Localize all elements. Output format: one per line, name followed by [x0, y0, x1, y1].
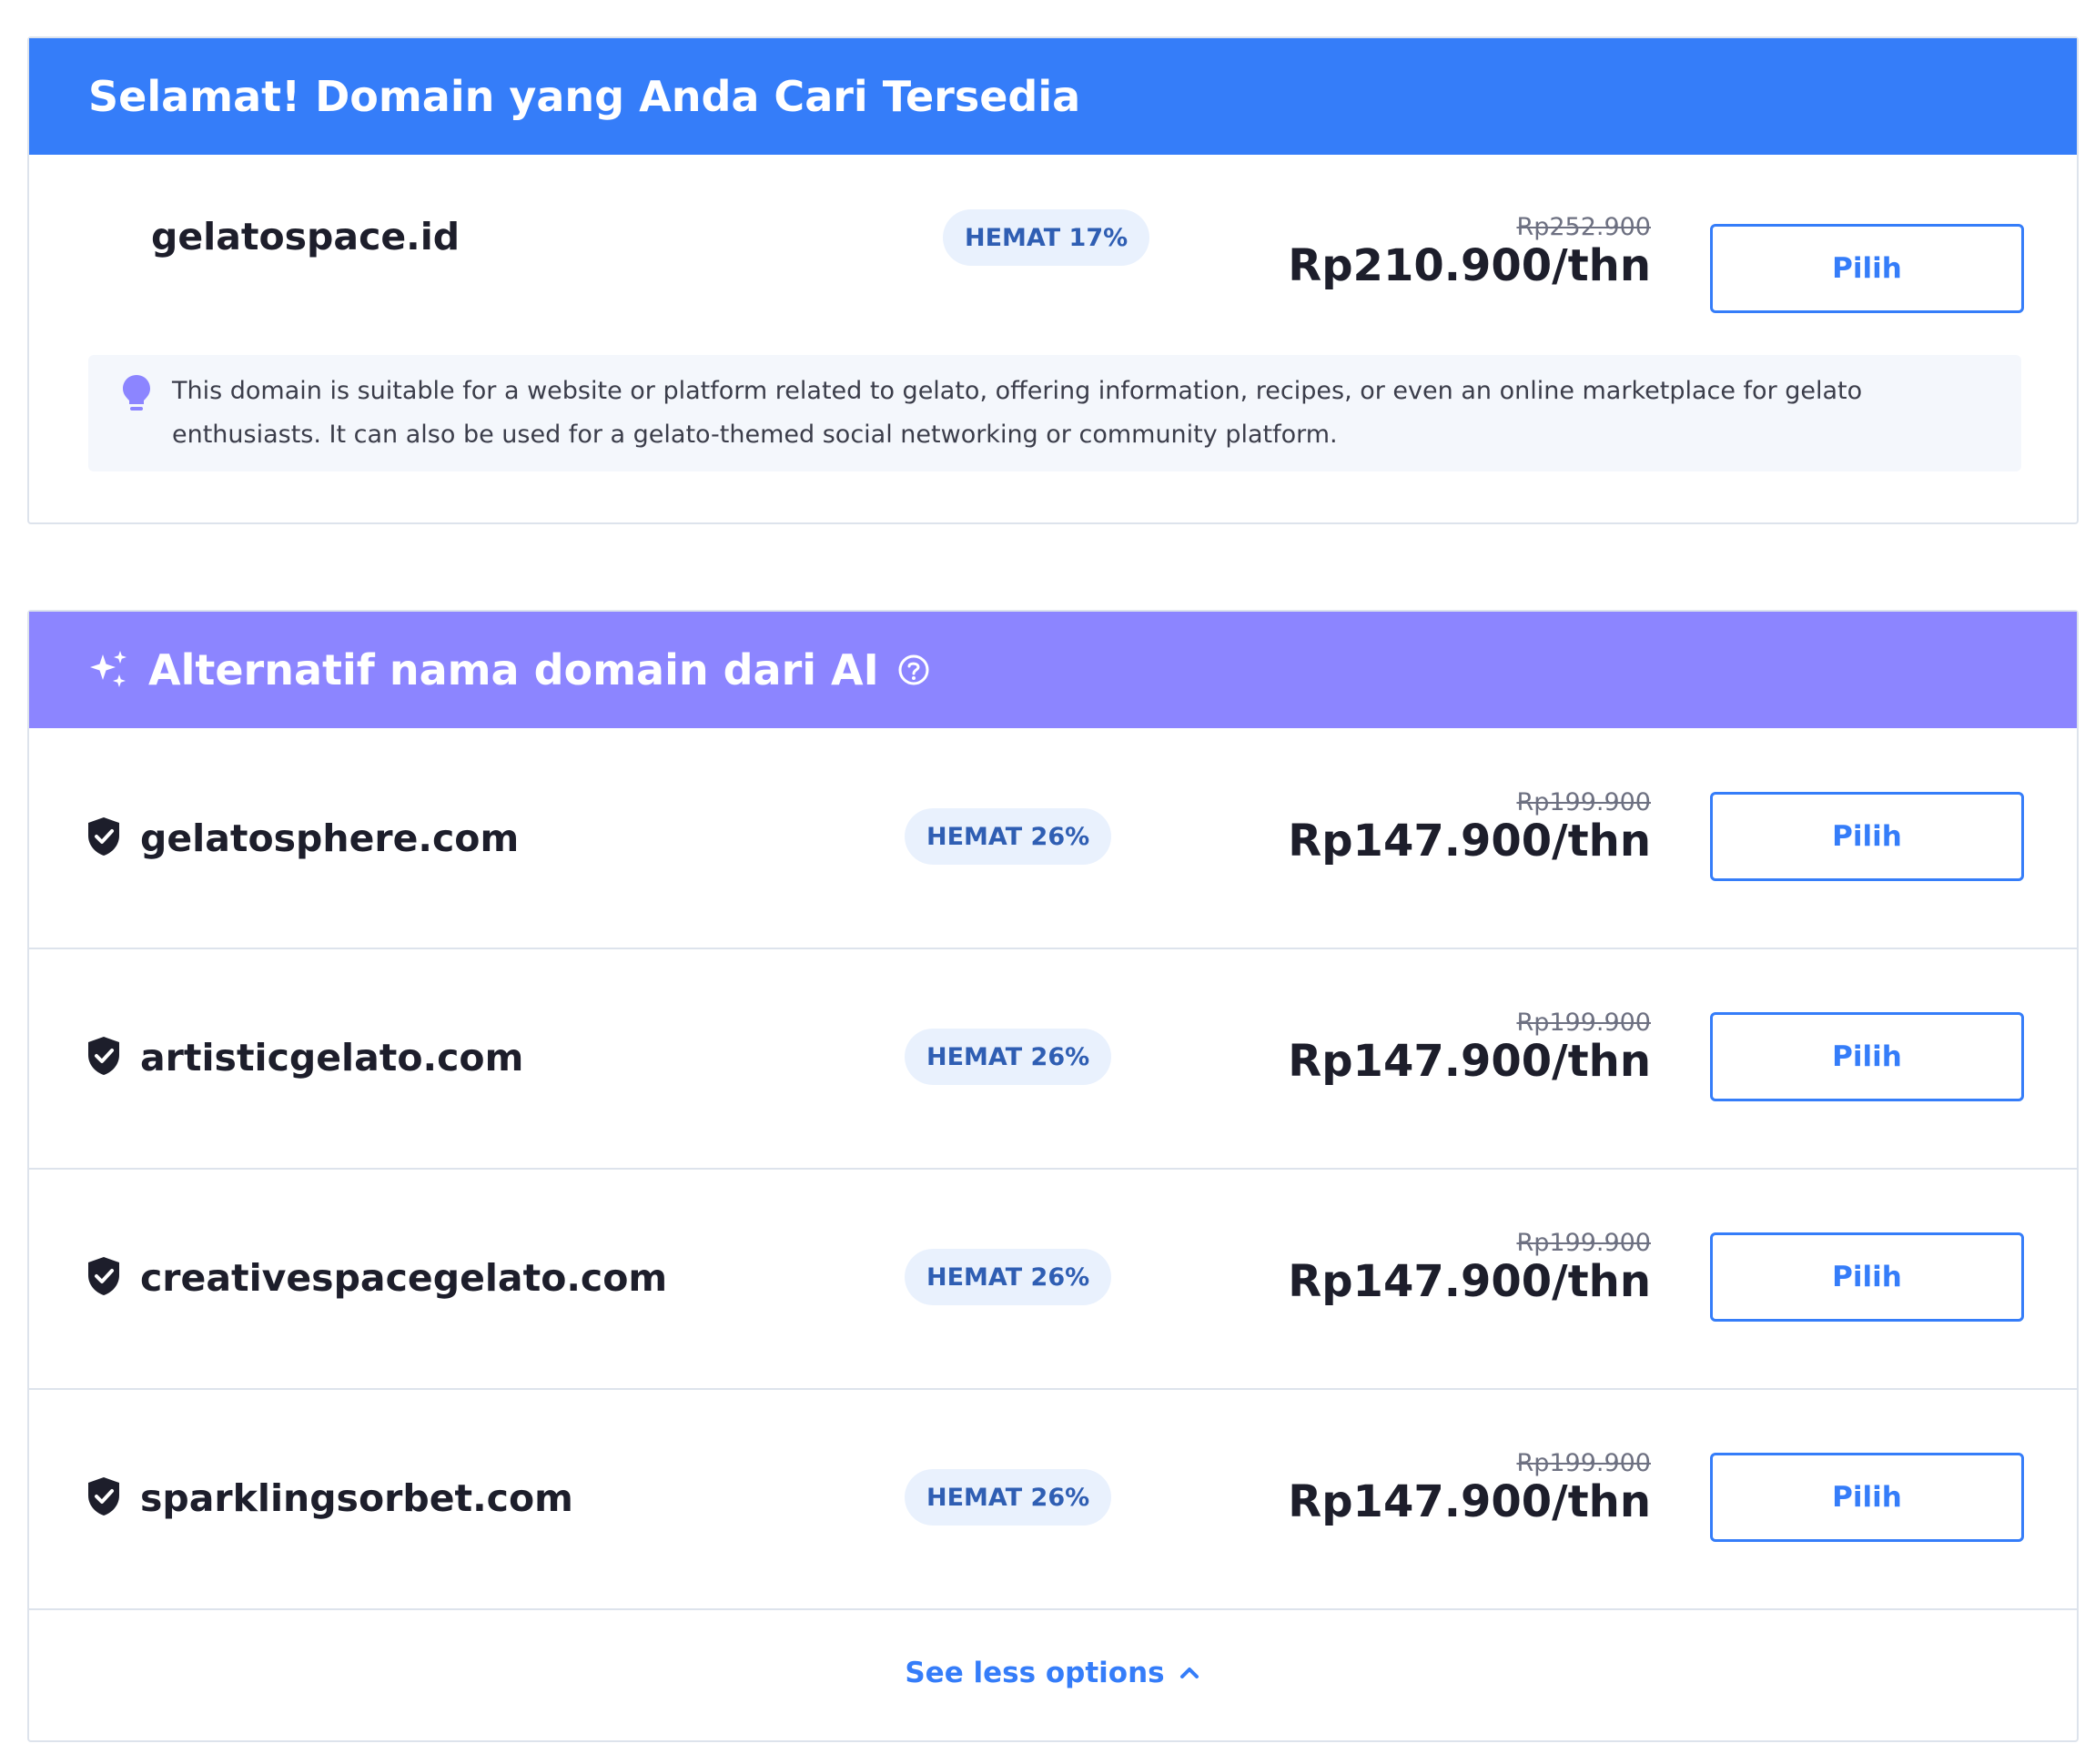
current-price: Rp210.900/thn: [1288, 240, 1651, 291]
discount-badge: HEMAT 26%: [905, 1469, 1112, 1526]
available-domain-card: Selamat! Domain yang Anda Cari Tersedia …: [27, 36, 2079, 524]
select-button[interactable]: Pilih: [1710, 224, 2024, 313]
discount-badge: HEMAT 26%: [905, 1029, 1112, 1085]
lightbulb-icon: [123, 375, 150, 411]
ai-header: Alternatif nama domain dari AI: [29, 612, 2077, 728]
domain-name: gelatospace.id: [151, 215, 460, 259]
original-price: Rp199.900: [1516, 788, 1651, 816]
question-circle-icon[interactable]: [897, 654, 930, 686]
current-price: Rp147.900/thn: [1288, 1036, 1651, 1087]
ai-header-title: Alternatif nama domain dari AI: [148, 645, 879, 694]
discount-badge: HEMAT 26%: [905, 808, 1112, 865]
alternative-row: artisticgelato.com HEMAT 26% Rp199.900 R…: [29, 948, 2077, 1168]
current-price: Rp147.900/thn: [1288, 1476, 1651, 1527]
available-domain-row: gelatospace.id HEMAT 17% Rp252.900 Rp210…: [29, 155, 2077, 319]
description-text: This domain is suitable for a website or…: [172, 377, 1863, 449]
select-button[interactable]: Pilih: [1710, 1012, 2024, 1101]
shield-check-icon: [88, 1037, 119, 1075]
ai-alternatives-card: Alternatif nama domain dari AI gelatosph…: [27, 610, 2079, 1742]
see-less-label: See less options: [905, 1657, 1165, 1689]
sparkles-icon: [90, 651, 127, 687]
select-button[interactable]: Pilih: [1710, 1232, 2024, 1322]
original-price: Rp199.900: [1516, 1009, 1651, 1037]
domain-description: This domain is suitable for a website or…: [88, 355, 2021, 471]
domain-name: sparklingsorbet.com: [140, 1476, 573, 1520]
discount-badge: HEMAT 17%: [943, 209, 1150, 266]
domain-name: gelatosphere.com: [140, 816, 520, 860]
shield-check-icon: [88, 817, 119, 856]
select-button[interactable]: Pilih: [1710, 792, 2024, 881]
current-price: Rp147.900/thn: [1288, 816, 1651, 867]
available-header: Selamat! Domain yang Anda Cari Tersedia: [29, 38, 2077, 155]
domain-name: creativespacegelato.com: [140, 1256, 668, 1300]
select-button[interactable]: Pilih: [1710, 1453, 2024, 1542]
chevron-up-icon: [1179, 1668, 1199, 1678]
domain-name: artisticgelato.com: [140, 1036, 524, 1080]
shield-check-icon: [88, 1477, 119, 1516]
original-price: Rp252.900: [1516, 213, 1651, 241]
current-price: Rp147.900/thn: [1288, 1256, 1651, 1307]
alternative-row: gelatosphere.com HEMAT 26% Rp199.900 Rp1…: [29, 728, 2077, 948]
shield-check-icon: [88, 1257, 119, 1295]
alternative-row: creativespacegelato.com HEMAT 26% Rp199.…: [29, 1168, 2077, 1388]
original-price: Rp199.900: [1516, 1229, 1651, 1257]
discount-badge: HEMAT 26%: [905, 1249, 1112, 1305]
see-less-options-button[interactable]: See less options: [29, 1606, 2077, 1740]
original-price: Rp199.900: [1516, 1449, 1651, 1477]
available-header-title: Selamat! Domain yang Anda Cari Tersedia: [88, 72, 1081, 121]
alternative-row: sparklingsorbet.com HEMAT 26% Rp199.900 …: [29, 1388, 2077, 1608]
